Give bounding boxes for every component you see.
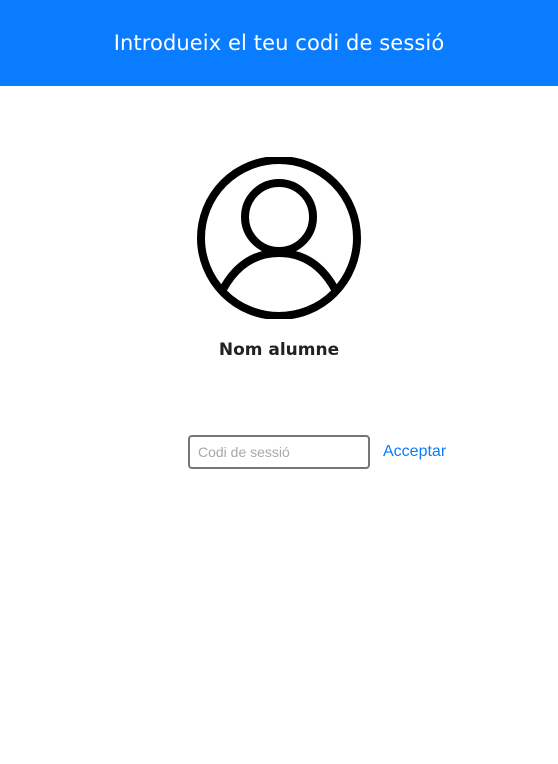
page-title: Introdueix el teu codi de sessió	[113, 31, 445, 55]
accept-button[interactable]: Acceptar	[383, 440, 446, 464]
user-avatar-icon	[197, 157, 361, 319]
student-name: Nom alumne	[218, 340, 340, 360]
session-code-input[interactable]	[188, 435, 370, 469]
header-bar: Introdueix el teu codi de sessió	[0, 0, 558, 86]
